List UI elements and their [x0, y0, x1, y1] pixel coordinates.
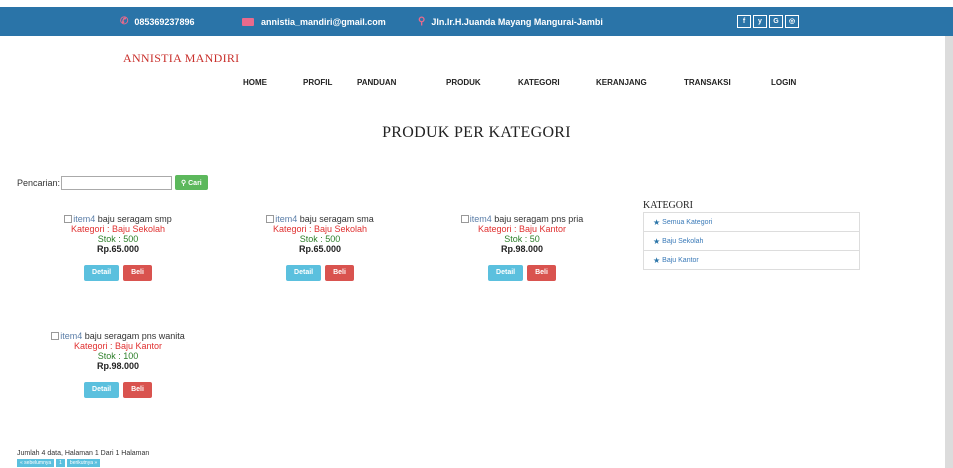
- buy-button[interactable]: Beli: [325, 265, 354, 281]
- star-icon: ★: [653, 236, 661, 246]
- next-page-link[interactable]: berikutnya »: [66, 459, 101, 467]
- search-form: Pencarian: ⚲ Cari: [17, 175, 208, 190]
- twitter-icon[interactable]: y: [753, 15, 767, 28]
- category-item-semua[interactable]: ★ Semua Kategori: [643, 212, 860, 232]
- phone-icon: ✆: [120, 16, 129, 27]
- nav-login[interactable]: LOGIN: [771, 78, 796, 87]
- nav-profil[interactable]: PROFIL: [303, 78, 332, 87]
- nav-home[interactable]: HOME: [243, 78, 267, 87]
- email-info: annistia_mandiri@gmail.com: [242, 7, 386, 36]
- product-category: Kategori : Baju Kantor: [73, 341, 163, 351]
- page-number-link[interactable]: 1: [56, 459, 65, 467]
- detail-button[interactable]: Detail: [84, 265, 120, 281]
- product-card: item4 baju seragam sma Kategori : Baju S…: [240, 214, 400, 281]
- detail-button[interactable]: Detail: [84, 382, 120, 398]
- category-panel-title: KATEGORI: [643, 200, 693, 211]
- scrollbar[interactable]: [945, 36, 953, 468]
- email-text: annistia_mandiri@gmail.com: [261, 16, 386, 27]
- buy-button[interactable]: Beli: [123, 382, 152, 398]
- buy-button[interactable]: Beli: [527, 265, 556, 281]
- prev-page-link[interactable]: « sebelumnya: [17, 459, 55, 467]
- product-stock: Stok : 100: [97, 351, 139, 361]
- product-name: baju seragam smp: [97, 214, 172, 224]
- product-card: item4 baju seragam pns pria Kategori : B…: [442, 214, 602, 281]
- google-plus-icon[interactable]: G: [769, 15, 783, 28]
- address-info: ⚲ Jln.Ir.H.Juanda Mayang Mangurai-Jambi: [418, 7, 603, 36]
- product-price: Rp.65.000: [298, 244, 342, 254]
- product-price: Rp.98.000: [500, 244, 544, 254]
- nav-kategori[interactable]: KATEGORI: [518, 78, 560, 87]
- product-card: item4 baju seragam smp Kategori : Baju S…: [38, 214, 198, 281]
- product-image[interactable]: item4 baju seragam sma: [240, 214, 400, 224]
- product-stock: Stok : 500: [97, 234, 139, 244]
- product-stock: Stok : 500: [299, 234, 341, 244]
- product-card: item4 baju seragam pns wanita Kategori :…: [38, 331, 198, 398]
- category-item-baju-sekolah[interactable]: ★ Baju Sekolah: [643, 231, 860, 251]
- product-category: Kategori : Baju Sekolah: [272, 224, 368, 234]
- broken-image-icon: [64, 215, 73, 223]
- product-image[interactable]: item4 baju seragam pns pria: [442, 214, 602, 224]
- search-button[interactable]: ⚲ Cari: [175, 175, 208, 190]
- search-icon: ⚲: [181, 179, 187, 187]
- envelope-icon: [242, 17, 254, 26]
- product-image[interactable]: item4 baju seragam pns wanita: [38, 331, 198, 341]
- product-name: baju seragam pns wanita: [84, 331, 185, 341]
- search-button-label: Cari: [188, 179, 202, 187]
- category-panel: KATEGORI ★ Semua Kategori ★ Baju Sekolah ★…: [643, 200, 860, 270]
- instagram-icon[interactable]: ◎: [785, 15, 799, 28]
- product-price: Rp.65.000: [96, 244, 140, 254]
- search-input[interactable]: [61, 175, 173, 190]
- star-icon: ★: [653, 255, 661, 265]
- product-name: baju seragam sma: [299, 214, 374, 224]
- star-icon: ★: [653, 217, 661, 227]
- page-title: PRODUK PER KATEGORI: [382, 124, 571, 141]
- site-brand[interactable]: ANNISTIA MANDIRI: [123, 51, 239, 66]
- phone-info: ✆ 085369237896: [120, 7, 194, 36]
- nav-transaksi[interactable]: TRANSAKSI: [684, 78, 731, 87]
- buy-button[interactable]: Beli: [123, 265, 152, 281]
- facebook-icon[interactable]: f: [737, 15, 751, 28]
- detail-button[interactable]: Detail: [488, 265, 524, 281]
- map-marker-icon: ⚲: [418, 16, 426, 27]
- pagination-info: Jumlah 4 data, Halaman 1 Dari 1 Halaman: [17, 450, 150, 457]
- broken-image-icon: [266, 215, 275, 223]
- category-item-baju-kantor[interactable]: ★ Baju Kantor: [643, 250, 860, 270]
- search-label: Pencarian:: [17, 177, 61, 188]
- phone-text: 085369237896: [134, 16, 195, 27]
- pagination: « sebelumnya 1 berikutnya »: [17, 459, 101, 467]
- product-category: Kategori : Baju Kantor: [477, 224, 567, 234]
- product-name: baju seragam pns pria: [494, 214, 584, 224]
- broken-image-icon: [51, 332, 60, 340]
- nav-keranjang[interactable]: KERANJANG: [596, 78, 647, 87]
- product-price: Rp.98.000: [96, 361, 140, 371]
- nav-produk[interactable]: PRODUK: [446, 78, 481, 87]
- product-category: Kategori : Baju Sekolah: [70, 224, 166, 234]
- product-image[interactable]: item4 baju seragam smp: [38, 214, 198, 224]
- address-text: Jln.Ir.H.Juanda Mayang Mangurai-Jambi: [431, 16, 603, 27]
- social-links: f y G ◎: [737, 15, 799, 28]
- detail-button[interactable]: Detail: [286, 265, 322, 281]
- product-stock: Stok : 50: [504, 234, 540, 244]
- main-nav: HOME PROFIL PANDUAN PRODUK KATEGORI KERA…: [0, 78, 953, 90]
- top-contact-bar: ✆ 085369237896 annistia_mandiri@gmail.co…: [0, 7, 953, 36]
- broken-image-icon: [460, 215, 469, 223]
- nav-panduan[interactable]: PANDUAN: [357, 78, 396, 87]
